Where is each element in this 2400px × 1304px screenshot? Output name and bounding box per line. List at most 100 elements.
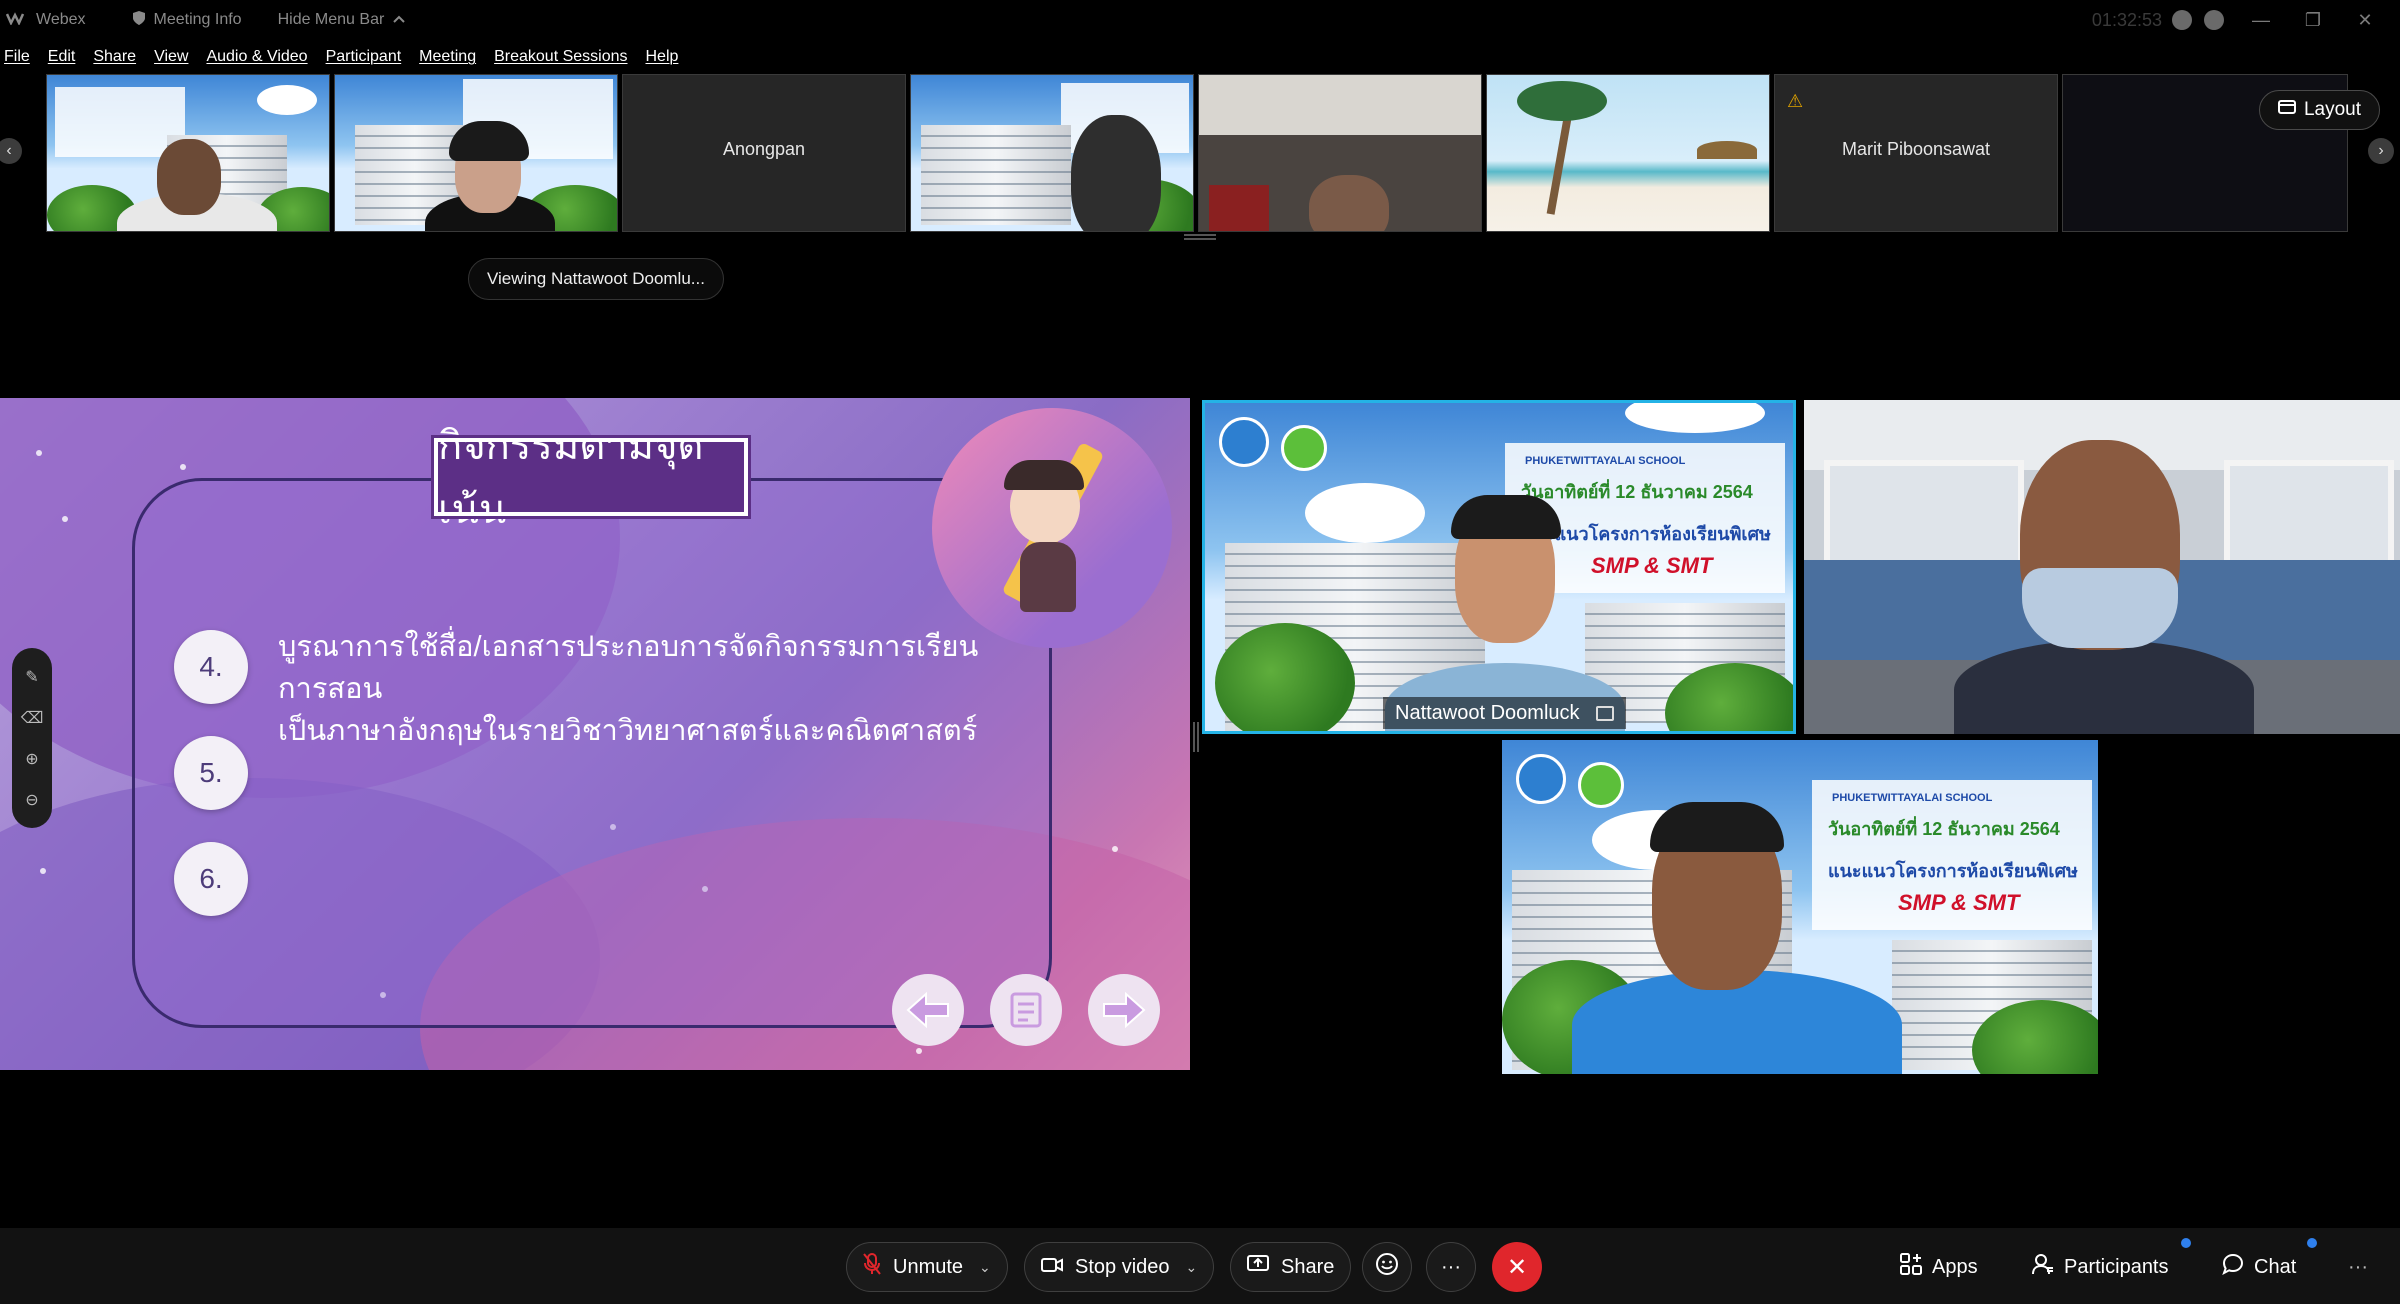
participant-name-tag: Nattawoot Doomluck xyxy=(1383,697,1626,729)
tree-shape xyxy=(1215,623,1355,731)
chat-notification-dot xyxy=(2307,1238,2317,1248)
star-dot xyxy=(916,1048,922,1054)
banner-program: SMP & SMT xyxy=(1898,890,2020,915)
menu-audio-video[interactable]: Audio & Video xyxy=(206,48,307,66)
close-icon: ✕ xyxy=(1506,1253,1528,1281)
chevron-down-icon[interactable]: ⌄ xyxy=(1186,1259,1198,1276)
chat-label: Chat xyxy=(2254,1255,2297,1278)
participant-thumb-5[interactable] xyxy=(1198,74,1482,232)
menu-file[interactable]: File xyxy=(4,48,30,66)
chevron-down-icon[interactable]: ⌄ xyxy=(979,1259,991,1276)
apps-button[interactable]: Apps xyxy=(1900,1242,1978,1292)
chat-button[interactable]: Chat xyxy=(2222,1242,2296,1292)
menu-help[interactable]: Help xyxy=(646,48,679,66)
camera-icon xyxy=(1041,1256,1063,1279)
window-shape xyxy=(2224,460,2394,570)
apps-label: Apps xyxy=(1932,1255,1978,1278)
video-tile-participant-2[interactable]: PHUKETWITTAYALAI SCHOOL วันอาทิตย์ที่ 12… xyxy=(1502,740,2098,1074)
star-dot xyxy=(1112,846,1118,852)
participant-thumb-anongpan[interactable]: Anongpan xyxy=(622,74,906,232)
filmstrip-next-icon[interactable]: › xyxy=(2368,138,2394,164)
participant-thumb-marit[interactable]: ⚠ Marit Piboonsawat xyxy=(1774,74,2058,232)
teacher-cartoon xyxy=(1000,438,1110,638)
layout-label: Layout xyxy=(2303,99,2361,120)
school-logo-icon xyxy=(1516,754,1566,804)
video-tile-active-speaker[interactable]: PHUKETWITTAYALAI SCHOOL วันอาทิตย์ที่ 12… xyxy=(1202,400,1796,734)
webex-app: Webex xyxy=(5,11,86,30)
layout-button[interactable]: Layout xyxy=(2258,90,2380,130)
participant-thumb-2[interactable] xyxy=(334,74,618,232)
person-icon xyxy=(2032,1253,2054,1281)
object-shape xyxy=(1209,185,1269,231)
meeting-info-button[interactable]: Meeting Info xyxy=(132,10,242,31)
zoom-out-icon[interactable]: ⊖ xyxy=(25,790,38,810)
window-controls: 01:32:53 — ❐ ✕ xyxy=(2092,0,2380,40)
participants-notification-dot xyxy=(2181,1238,2191,1248)
menu-meeting[interactable]: Meeting xyxy=(419,48,476,66)
unmute-button[interactable]: Unmute ⌄ xyxy=(846,1242,1008,1292)
palm-leaves xyxy=(1517,81,1607,121)
cloud-shape xyxy=(257,85,317,115)
shared-content-slide[interactable]: กิจกรรมตามจุดเน้น 4. บูรณาการใช้สื่อ/เอก… xyxy=(0,398,1190,1070)
banner-project: แนะแนวโครงการห้องเรียนพิเศษ xyxy=(1828,861,2078,881)
filmstrip-resize-handle[interactable] xyxy=(1184,234,1216,240)
close-window-icon[interactable]: ✕ xyxy=(2350,10,2380,31)
slide-prev-arrow-icon[interactable] xyxy=(892,974,964,1046)
overflow-menu-label: ··· xyxy=(2348,1255,2368,1278)
item-4-text: บูรณาการใช้สื่อ/เอกสารประกอบการจัดกิจกรร… xyxy=(278,626,1018,752)
building-shape xyxy=(921,125,1071,225)
zoom-in-icon[interactable]: ⊕ xyxy=(25,749,38,769)
menu-edit[interactable]: Edit xyxy=(48,48,76,66)
recording-status-icon[interactable] xyxy=(2172,10,2192,30)
star-dot xyxy=(180,464,186,470)
menu-view[interactable]: View xyxy=(154,48,188,66)
participants-label: Participants xyxy=(2064,1255,2169,1278)
ceiling-shape xyxy=(1199,75,1481,135)
minimize-icon[interactable]: — xyxy=(2246,10,2276,31)
item-4-line-2: เป็นภาษาอังกฤษในรายวิชาวิทยาศาสตร์และคณิ… xyxy=(278,715,978,748)
video-tile-participant[interactable] xyxy=(1804,400,2400,734)
annotate-pen-icon[interactable]: ✎ xyxy=(25,667,38,687)
webex-logo-icon xyxy=(5,11,28,30)
banner-date: วันอาทิตย์ที่ 12 ธันวาคม 2564 xyxy=(1521,482,1753,502)
item-4-line-1: บูรณาการใช้สื่อ/เอกสารประกอบการจัดกิจกรร… xyxy=(278,631,979,706)
filmstrip-prev-icon[interactable]: ‹ xyxy=(0,138,22,164)
program-logo-icon xyxy=(1578,762,1624,808)
participant-name: Marit Piboonsawat xyxy=(1841,139,1991,159)
chevron-up-icon xyxy=(392,11,406,29)
reactions-icon xyxy=(1375,1252,1399,1282)
participant-thumb-6[interactable] xyxy=(1486,74,1770,232)
school-logo-icon xyxy=(1219,417,1269,467)
menu-share[interactable]: Share xyxy=(93,48,136,66)
share-screen-icon xyxy=(1247,1255,1269,1279)
leave-meeting-button[interactable]: ✕ xyxy=(1492,1242,1542,1292)
meeting-clock: 01:32:53 xyxy=(2091,9,2162,30)
split-resize-handle[interactable] xyxy=(1193,722,1199,752)
restore-icon[interactable]: ❐ xyxy=(2298,10,2328,31)
annotation-toolbar: ✎ ⌫ ⊕ ⊖ xyxy=(12,648,52,828)
unmute-label: Unmute xyxy=(893,1255,964,1278)
eraser-icon[interactable]: ⌫ xyxy=(21,708,44,728)
participant-thumb-1[interactable] xyxy=(46,74,330,232)
menu-breakout-sessions[interactable]: Breakout Sessions xyxy=(494,48,627,66)
share-button[interactable]: Share xyxy=(1230,1242,1352,1292)
face-mask xyxy=(2022,568,2178,648)
apps-grid-icon xyxy=(1900,1253,1922,1281)
more-options-button[interactable]: ··· xyxy=(1426,1242,1476,1292)
slide-menu-icon[interactable] xyxy=(990,974,1062,1046)
overflow-menu-button[interactable]: ··· xyxy=(2348,1242,2368,1292)
participant-thumb-4[interactable] xyxy=(910,74,1194,232)
signal-status-icon[interactable] xyxy=(2204,10,2224,30)
menu-participant[interactable]: Participant xyxy=(326,48,402,66)
star-dot xyxy=(62,516,68,522)
stop-video-button[interactable]: Stop video ⌄ xyxy=(1024,1242,1215,1292)
reactions-button[interactable] xyxy=(1362,1242,1412,1292)
slide-next-arrow-icon[interactable] xyxy=(1088,974,1160,1046)
program-logo-icon xyxy=(1281,425,1327,471)
banner-school: PHUKETWITTAYALAI SCHOOL xyxy=(1525,455,1686,467)
viewing-indicator[interactable]: Viewing Nattawoot Doomlu... xyxy=(468,258,724,300)
participants-button[interactable]: Participants xyxy=(2032,1242,2169,1292)
cartoon-hair xyxy=(1004,460,1084,490)
hide-menu-bar-button[interactable]: Hide Menu Bar xyxy=(278,11,407,29)
participant-hair xyxy=(1650,802,1784,852)
